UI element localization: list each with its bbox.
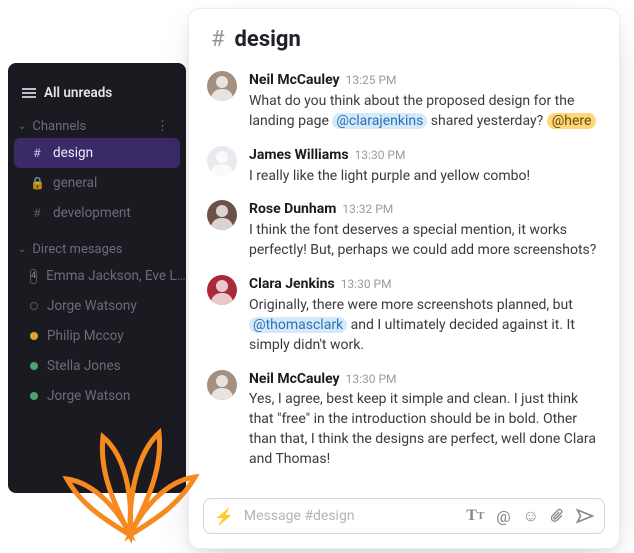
- message-sender[interactable]: Rose Dunham: [249, 201, 336, 217]
- message-time: 13:30 PM: [355, 148, 406, 162]
- hash-icon: #: [30, 206, 44, 220]
- avatar[interactable]: [207, 370, 237, 400]
- more-icon[interactable]: ⋮: [156, 119, 176, 134]
- hash-icon: #: [211, 27, 225, 52]
- all-unreads[interactable]: All unreads: [8, 77, 186, 111]
- message-text: I really like the light purple and yello…: [249, 166, 599, 187]
- message-composer[interactable]: ⚡ Message #design TT @ ☺: [203, 498, 605, 534]
- mention-user[interactable]: @clarajenkins: [332, 113, 427, 129]
- sidebar-channel-design[interactable]: # design: [14, 138, 180, 168]
- message: James Williams 13:30 PM I really like the …: [207, 139, 599, 194]
- hash-icon: #: [30, 146, 44, 160]
- chevron-down-icon: ⌄: [18, 121, 26, 132]
- emoji-icon[interactable]: ☺: [523, 506, 539, 526]
- avatar[interactable]: [207, 275, 237, 305]
- message-time: 13:30 PM: [346, 372, 397, 386]
- channel-header[interactable]: # design: [189, 9, 619, 62]
- sidebar-dm[interactable]: Philip Mccoy: [8, 321, 186, 351]
- menu-icon: [22, 88, 36, 98]
- sidebar-dm[interactable]: 4 Emma Jackson, Eve L…: [8, 261, 186, 291]
- dm-label: Emma Jackson, Eve L…: [46, 268, 186, 284]
- message-text: I think the font deserves a special ment…: [249, 220, 599, 261]
- sidebar: All unreads ⌄ Channels ⋮ # design 🔒 general…: [8, 63, 186, 493]
- channels-section[interactable]: ⌄ Channels ⋮: [8, 111, 186, 138]
- attach-icon[interactable]: [551, 508, 564, 524]
- message: Clara Jenkins 13:30 PM Originally, there w…: [207, 268, 599, 363]
- message-sender[interactable]: Clara Jenkins: [249, 276, 335, 292]
- avatar[interactable]: [207, 71, 237, 101]
- sidebar-channel-general[interactable]: 🔒 general: [8, 168, 186, 198]
- sidebar-dm[interactable]: Stella Jones: [8, 351, 186, 381]
- sidebar-dm[interactable]: Jorge Watsony: [8, 291, 186, 321]
- channel-name: design: [235, 27, 301, 52]
- composer-placeholder[interactable]: Message #design: [244, 508, 456, 524]
- channel-label: general: [53, 175, 97, 191]
- message-text: Yes, I agree, best keep it simple and cl…: [249, 389, 599, 470]
- format-icon[interactable]: TT: [466, 507, 484, 525]
- presence-icon: [30, 362, 38, 370]
- channels-label: Channels: [32, 119, 86, 134]
- send-icon[interactable]: [576, 508, 594, 524]
- channel-label: design: [53, 145, 93, 161]
- dm-section[interactable]: ⌄ Direct mesages: [8, 234, 186, 261]
- dm-label: Philip Mccoy: [47, 328, 124, 344]
- message: Neil McCauley 13:25 PM What do you think a…: [207, 64, 599, 139]
- message-time: 13:32 PM: [342, 202, 393, 216]
- message-sender[interactable]: Neil McCauley: [249, 72, 340, 88]
- avatar[interactable]: [207, 200, 237, 230]
- avatar[interactable]: [207, 146, 237, 176]
- message-text: Originally, there were more screenshots …: [249, 295, 599, 356]
- presence-icon: [30, 392, 38, 400]
- all-unreads-label: All unreads: [44, 85, 112, 101]
- chat-panel: # design Neil McCauley 13:25 PM What do yo…: [188, 8, 620, 549]
- group-count-icon: 4: [30, 269, 37, 284]
- message-time: 13:30 PM: [341, 277, 392, 291]
- message-sender[interactable]: James Williams: [249, 147, 349, 163]
- dm-label: Direct mesages: [32, 242, 122, 257]
- message-time: 13:25 PM: [346, 73, 397, 87]
- sidebar-dm[interactable]: Jorge Watson: [8, 381, 186, 411]
- message-sender[interactable]: Neil McCauley: [249, 371, 340, 387]
- mention-here[interactable]: @here: [547, 113, 597, 129]
- lock-icon: 🔒: [30, 176, 44, 190]
- message-text: What do you think about the proposed des…: [249, 91, 599, 132]
- dm-label: Jorge Watson: [47, 388, 130, 404]
- dm-label: Jorge Watsony: [47, 298, 137, 314]
- mention-icon[interactable]: @: [496, 507, 510, 526]
- dm-label: Stella Jones: [47, 358, 121, 374]
- channel-label: development: [53, 205, 131, 221]
- message: Rose Dunham 13:32 PM I think the font dese…: [207, 193, 599, 268]
- mention-user[interactable]: @thomasclark: [249, 317, 347, 333]
- bolt-icon[interactable]: ⚡: [214, 507, 234, 526]
- sidebar-channel-development[interactable]: # development: [8, 198, 186, 228]
- message: Neil McCauley 13:30 PM Yes, I agree, best …: [207, 363, 599, 477]
- presence-icon: [30, 302, 38, 310]
- chevron-down-icon: ⌄: [18, 244, 26, 255]
- message-list: Neil McCauley 13:25 PM What do you think a…: [189, 62, 619, 490]
- presence-icon: [30, 332, 38, 340]
